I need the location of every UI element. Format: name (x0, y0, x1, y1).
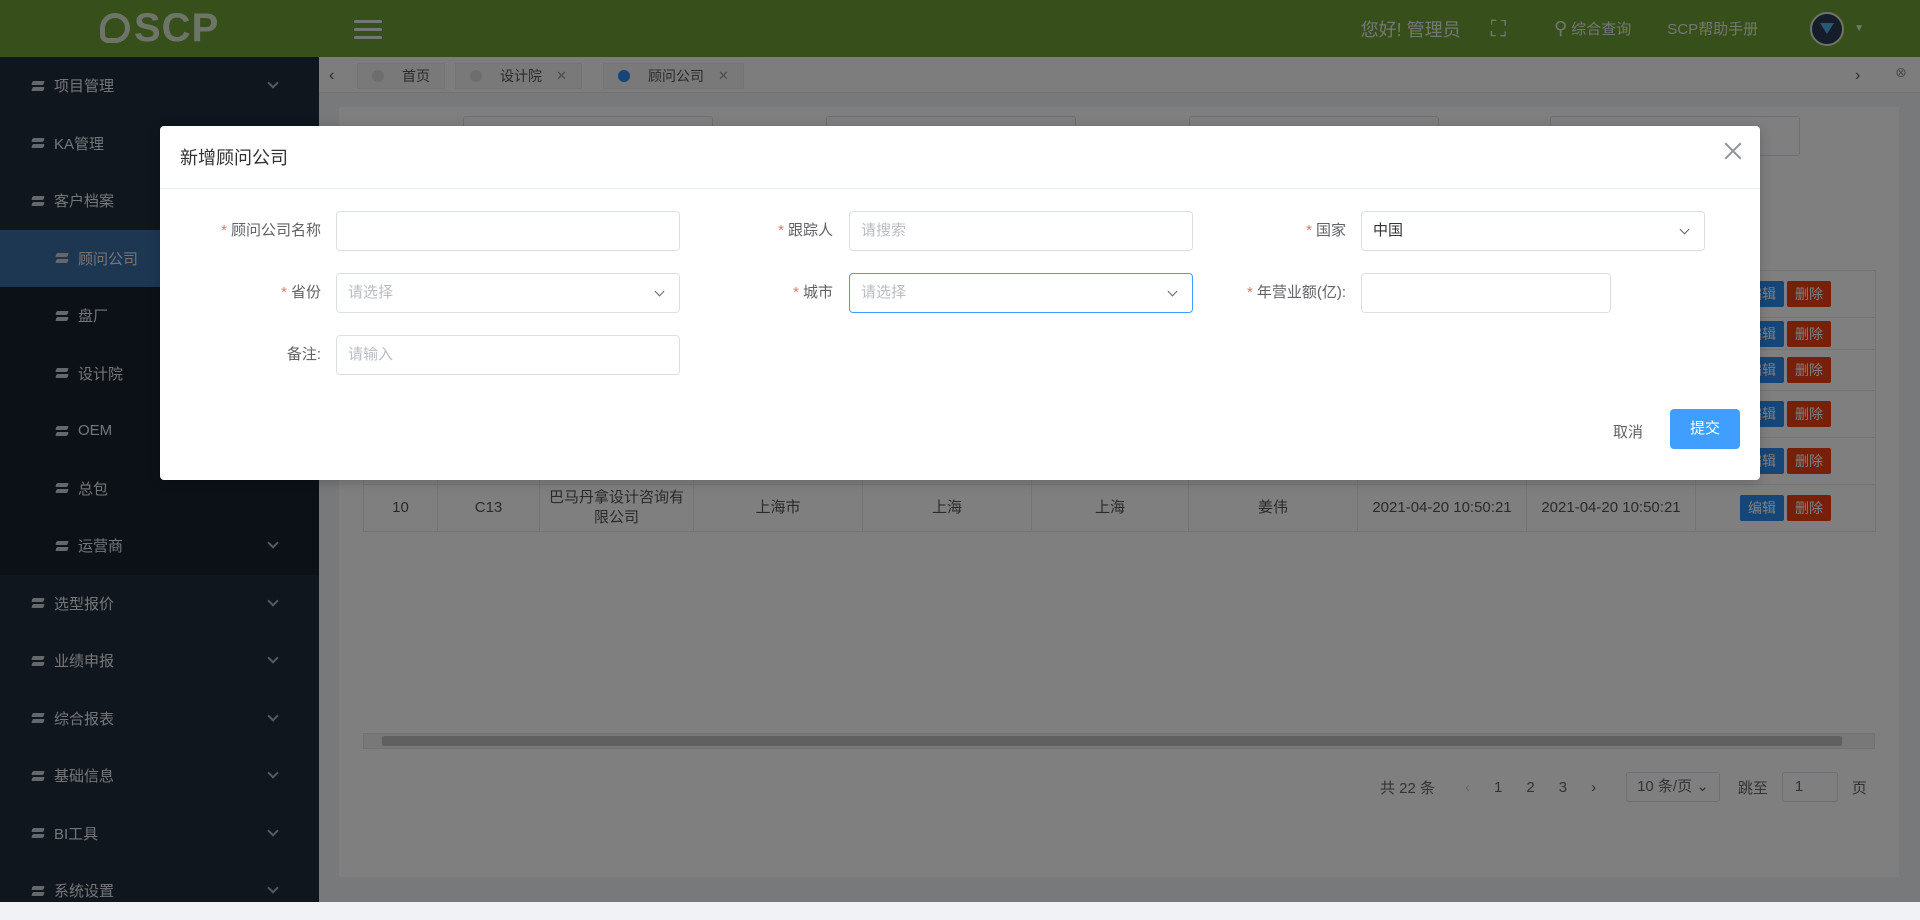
country-label: * 国家 (1306, 222, 1346, 239)
chevron-down-icon (654, 286, 665, 297)
cancel-button[interactable]: 取消 (1613, 421, 1643, 442)
submit-button[interactable]: 提交 (1670, 409, 1740, 449)
add-consultant-dialog: 新增顾问公司 * 顾问公司名称 * 跟踪人 请搜索 * 国家 中国 * 省份 请选择 *… (160, 126, 1760, 480)
remark-label: 备注: (286, 346, 321, 363)
remark-input[interactable]: 请输入 (336, 335, 680, 375)
dialog-divider (160, 188, 1760, 189)
province-label: * 省份 (281, 284, 321, 301)
province-select[interactable]: 请选择 (336, 273, 680, 313)
country-select[interactable]: 中国 (1361, 211, 1705, 251)
revenue-input[interactable] (1361, 273, 1611, 313)
close-icon[interactable] (1724, 142, 1742, 160)
revenue-label: * 年营业额(亿): (1246, 284, 1346, 301)
chevron-down-icon (1679, 224, 1690, 235)
chevron-down-icon (1167, 286, 1178, 297)
city-select[interactable]: 请选择 (849, 273, 1193, 313)
company-name-input[interactable] (336, 211, 680, 251)
tracker-search-input[interactable]: 请搜索 (849, 211, 1193, 251)
dialog-title: 新增顾问公司 (180, 148, 288, 168)
company-name-label: * 顾问公司名称 (221, 222, 321, 239)
tracker-label: * 跟踪人 (778, 222, 833, 239)
city-label: * 城市 (793, 284, 833, 301)
